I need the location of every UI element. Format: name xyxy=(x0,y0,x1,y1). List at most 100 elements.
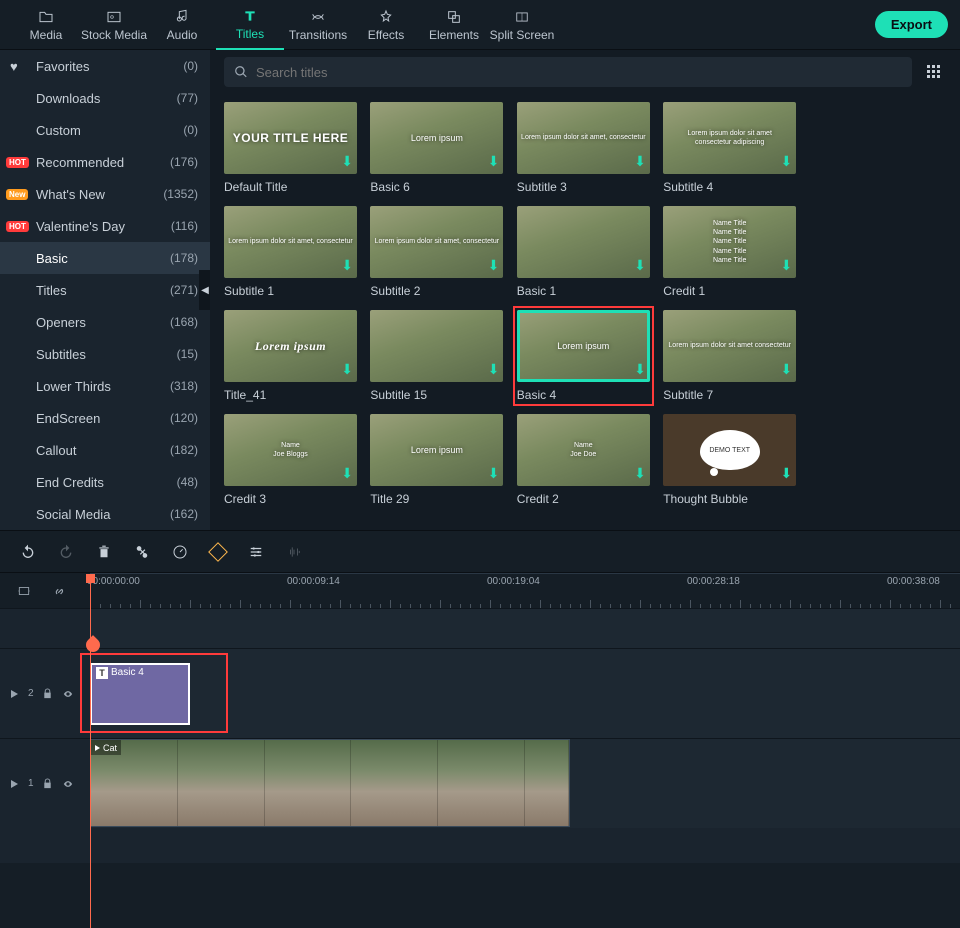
split-button[interactable] xyxy=(130,540,154,564)
tab-elements[interactable]: Elements xyxy=(420,0,488,50)
card-label: Credit 1 xyxy=(663,284,796,298)
title-track[interactable]: 2 T Basic 4 xyxy=(0,648,960,738)
title-card-thought-bubble[interactable]: DEMO TEXT⬇Thought Bubble xyxy=(663,414,796,506)
track-number: 1 xyxy=(28,778,34,789)
sidebar-item-count: (162) xyxy=(170,507,198,521)
tab-media[interactable]: Media xyxy=(12,0,80,50)
ruler-time-label: 00:00:38:08 xyxy=(887,576,940,587)
speed-button[interactable] xyxy=(168,540,192,564)
title-overlay-text: Lorem ipsum xyxy=(553,341,613,351)
card-label: Basic 1 xyxy=(517,284,650,298)
title-overlay-text: Lorem ipsum dolor sit amet consectetur xyxy=(664,341,795,350)
titles-gallery: YOUR TITLE HERE⬇Default TitleLorem ipsum… xyxy=(210,94,960,530)
sidebar-item-count: (15) xyxy=(177,347,198,361)
title-card-title-29[interactable]: Lorem ipsum⬇Title 29 xyxy=(370,414,503,506)
sidebar-item-label: Recommended xyxy=(36,155,170,170)
play-icon xyxy=(95,745,100,751)
title-card-subtitle-7[interactable]: Lorem ipsum dolor sit amet consectetur⬇S… xyxy=(663,310,796,402)
title-card-credit-2[interactable]: NameJoe Doe⬇Credit 2 xyxy=(517,414,650,506)
search-input[interactable] xyxy=(256,65,902,80)
sidebar-item-callout[interactable]: Callout(182) xyxy=(0,434,210,466)
card-label: Subtitle 3 xyxy=(517,180,650,194)
redo-button[interactable] xyxy=(54,540,78,564)
tab-audio[interactable]: Audio xyxy=(148,0,216,50)
title-card-credit-3[interactable]: NameJoe Bloggs⬇Credit 3 xyxy=(224,414,357,506)
keyframe-button[interactable] xyxy=(206,540,230,564)
new-badge: New xyxy=(6,189,28,200)
title-card-title-41[interactable]: Lorem ipsum⬇Title_41 xyxy=(224,310,357,402)
sidebar-item-endscreen[interactable]: EndScreen(120) xyxy=(0,402,210,434)
sidebar-item-social-media[interactable]: Social Media(162) xyxy=(0,498,210,530)
sidebar-item-label: Valentine's Day xyxy=(36,219,171,234)
sidebar-item-count: (182) xyxy=(170,443,198,457)
title-overlay-text: Name TitleName TitleName TitleName Title… xyxy=(709,219,750,264)
download-icon: ⬇ xyxy=(341,153,353,170)
tab-titles[interactable]: Titles xyxy=(216,0,284,50)
title-card-subtitle-3[interactable]: Lorem ipsum dolor sit amet, consectetur⬇… xyxy=(517,102,650,194)
video-track[interactable]: 1 Cat xyxy=(0,738,960,828)
card-label: Basic 4 xyxy=(517,388,650,402)
sidebar-item-lower-thirds[interactable]: Lower Thirds(318) xyxy=(0,370,210,402)
title-card-subtitle-2[interactable]: Lorem ipsum dolor sit amet, consectetur⬇… xyxy=(370,206,503,298)
sidebar-item-label: Openers xyxy=(36,315,170,330)
playhead[interactable] xyxy=(90,574,91,928)
download-icon: ⬇ xyxy=(488,257,500,274)
lock-icon[interactable] xyxy=(42,778,53,789)
sidebar-item-count: (0) xyxy=(183,123,198,137)
title-card-basic-4[interactable]: Lorem ipsum⬇Basic 4 xyxy=(517,310,650,402)
sidebar: ♥Favorites(0)Downloads(77)Custom(0)HOTRe… xyxy=(0,50,210,530)
sidebar-item-label: Downloads xyxy=(36,91,177,106)
sidebar-collapse-handle[interactable]: ◀ xyxy=(199,270,210,310)
sidebar-item-custom[interactable]: Custom(0) xyxy=(0,114,210,146)
heart-icon: ♥ xyxy=(10,59,18,74)
sidebar-item-favorites[interactable]: ♥Favorites(0) xyxy=(0,50,210,82)
sidebar-item-subtitles[interactable]: Subtitles(15) xyxy=(0,338,210,370)
title-card-credit-1[interactable]: Name TitleName TitleName TitleName Title… xyxy=(663,206,796,298)
title-clip[interactable]: T Basic 4 xyxy=(90,663,190,725)
tab-transitions[interactable]: Transitions xyxy=(284,0,352,50)
download-icon: ⬇ xyxy=(780,465,792,482)
sidebar-item-recommended[interactable]: HOTRecommended(176) xyxy=(0,146,210,178)
sidebar-item-openers[interactable]: Openers(168) xyxy=(0,306,210,338)
adjust-button[interactable] xyxy=(244,540,268,564)
sidebar-item-valentine-s-day[interactable]: HOTValentine's Day(116) xyxy=(0,210,210,242)
search-box[interactable] xyxy=(224,57,912,87)
ruler-time-label: 00:00:09:14 xyxy=(287,576,340,587)
title-card-subtitle-15[interactable]: ⬇Subtitle 15 xyxy=(370,310,503,402)
sidebar-item-label: Social Media xyxy=(36,507,170,522)
eye-icon[interactable] xyxy=(61,779,75,789)
audio-waveform-button[interactable] xyxy=(282,540,306,564)
sidebar-item-what-s-new[interactable]: NewWhat's New(1352) xyxy=(0,178,210,210)
track-number: 2 xyxy=(28,688,34,699)
title-overlay-text: Lorem ipsum xyxy=(407,133,467,143)
sidebar-item-count: (271) xyxy=(170,283,198,297)
tracks-area: 2 T Basic 4 1 Cat xyxy=(0,608,960,863)
sidebar-item-titles[interactable]: Titles(271) xyxy=(0,274,210,306)
title-card-basic-1[interactable]: ⬇Basic 1 xyxy=(517,206,650,298)
title-card-subtitle-4[interactable]: Lorem ipsum dolor sit ametconsectetur ad… xyxy=(663,102,796,194)
video-clip[interactable]: Cat xyxy=(90,739,570,827)
grid-view-toggle[interactable] xyxy=(922,60,946,84)
sidebar-item-label: Titles xyxy=(36,283,170,298)
title-overlay-text: Lorem ipsum xyxy=(407,445,467,455)
sidebar-item-downloads[interactable]: Downloads(77) xyxy=(0,82,210,114)
title-overlay-text: Lorem ipsum dolor sit ametconsectetur ad… xyxy=(683,129,775,147)
export-button[interactable]: Export xyxy=(875,11,948,38)
tab-effects[interactable]: Effects xyxy=(352,0,420,50)
title-card-subtitle-1[interactable]: Lorem ipsum dolor sit amet, consectetur⬇… xyxy=(224,206,357,298)
fit-timeline-button[interactable] xyxy=(12,579,36,603)
title-card-basic-6[interactable]: Lorem ipsum⬇Basic 6 xyxy=(370,102,503,194)
undo-button[interactable] xyxy=(16,540,40,564)
sidebar-item-end-credits[interactable]: End Credits(48) xyxy=(0,466,210,498)
sidebar-item-basic[interactable]: Basic(178) xyxy=(0,242,210,274)
ruler-time-label: 00:00:28:18 xyxy=(687,576,740,587)
lock-icon[interactable] xyxy=(42,688,53,699)
time-ruler[interactable]: 00:00:00:0000:00:09:1400:00:19:0400:00:2… xyxy=(0,572,960,608)
tab-stock-media[interactable]: Stock Media xyxy=(80,0,148,50)
download-icon: ⬇ xyxy=(341,465,353,482)
title-card-default-title[interactable]: YOUR TITLE HERE⬇Default Title xyxy=(224,102,357,194)
eye-icon[interactable] xyxy=(61,689,75,699)
tab-split-screen[interactable]: Split Screen xyxy=(488,0,556,50)
link-button[interactable] xyxy=(48,579,72,603)
delete-button[interactable] xyxy=(92,540,116,564)
